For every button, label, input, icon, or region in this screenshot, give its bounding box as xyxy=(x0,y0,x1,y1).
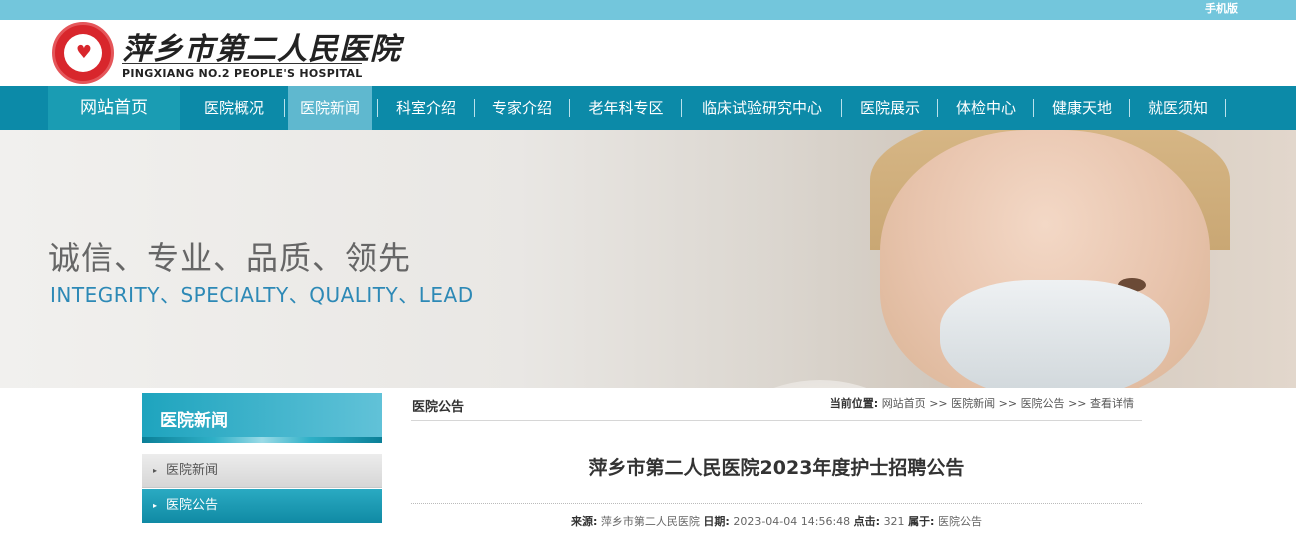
nav-item-clinical-trials[interactable]: 临床试验研究中心 xyxy=(686,86,838,130)
hospital-logo-icon[interactable]: ♥ xyxy=(52,22,114,84)
main-nav: 网站首页 医院概况 医院新闻 科室介绍 专家介绍 老年科专区 临床试验研究中心 … xyxy=(0,86,1296,130)
breadcrumb-separator: >> xyxy=(998,397,1018,410)
nav-item-departments[interactable]: 科室介绍 xyxy=(382,86,470,130)
banner-photo-mask xyxy=(940,280,1170,388)
banner-slogan-cn: 诚信、专业、品质、领先 xyxy=(48,239,412,277)
breadcrumb-prefix: 当前位置: xyxy=(829,397,879,410)
nav-separator xyxy=(474,99,475,117)
sidebar-item-announcements[interactable]: ▸ 医院公告 xyxy=(142,489,382,523)
breadcrumb-separator: >> xyxy=(929,397,948,410)
content-header: 医院公告 当前位置: 网站首页 >> 医院新闻 >> 医院公告 >> 查看详情 xyxy=(411,389,1142,421)
banner-slogan-en: INTEGRITY、SPECIALTY、QUALITY、LEAD xyxy=(50,283,474,307)
nav-item-experts[interactable]: 专家介绍 xyxy=(478,86,566,130)
breadcrumb-news[interactable]: 医院新闻 xyxy=(951,397,995,410)
hero-banner: 诚信、专业、品质、领先 INTEGRITY、SPECIALTY、QUALITY、… xyxy=(0,130,1296,388)
nav-item-news[interactable]: 医院新闻 xyxy=(288,86,372,130)
nav-item-overview[interactable]: 医院概况 xyxy=(188,86,280,130)
nav-separator xyxy=(937,99,938,117)
sidebar-item-label: 医院新闻 xyxy=(166,463,219,478)
arrow-right-icon: ▸ xyxy=(153,466,158,475)
meta-source: 萍乡市第二人民医院 xyxy=(600,515,700,528)
header: ♥ 萍乡市第二人民医院 PINGXIANG NO.2 PEOPLE'S HOSP… xyxy=(0,20,1296,86)
meta-source-label: 来源: xyxy=(571,515,598,528)
content-category: 医院公告 xyxy=(412,400,465,415)
banner-photo-glove xyxy=(720,380,920,388)
breadcrumb: 当前位置: 网站首页 >> 医院新闻 >> 医院公告 >> 查看详情 xyxy=(830,395,1134,411)
mobile-version-link[interactable]: 手机版 xyxy=(1205,1,1238,17)
nav-separator xyxy=(1033,99,1034,117)
nav-home[interactable]: 网站首页 xyxy=(48,86,180,130)
breadcrumb-separator: >> xyxy=(1068,397,1087,410)
logo-divider xyxy=(122,63,362,64)
arrow-right-icon: ▸ xyxy=(153,501,158,510)
article-divider xyxy=(411,503,1142,504)
article-title: 萍乡市第二人民医院2023年度护士招聘公告 xyxy=(588,457,965,479)
meta-clicks: 321 xyxy=(883,515,905,528)
breadcrumb-current: 查看详情 xyxy=(1090,397,1134,410)
sidebar-title-text: 医院新闻 xyxy=(160,411,228,431)
sidebar-title-strip xyxy=(142,437,382,443)
sidebar-item-hospital-news[interactable]: ▸ 医院新闻 xyxy=(142,454,382,488)
breadcrumb-announcements[interactable]: 医院公告 xyxy=(1021,397,1065,410)
breadcrumb-home[interactable]: 网站首页 xyxy=(882,397,926,410)
sidebar-title: 医院新闻 xyxy=(142,393,382,443)
nav-separator xyxy=(841,99,842,117)
meta-date-label: 日期: xyxy=(703,515,730,528)
hospital-name-cn[interactable]: 萍乡市第二人民医院 xyxy=(122,24,401,68)
meta-belongs-label: 属于: xyxy=(908,515,935,528)
nav-item-geriatrics[interactable]: 老年科专区 xyxy=(574,86,678,130)
nav-item-visit-guide[interactable]: 就医须知 xyxy=(1134,86,1222,130)
nav-item-health[interactable]: 健康天地 xyxy=(1038,86,1126,130)
article-meta: 来源: 萍乡市第二人民医院 日期: 2023-04-04 14:56:48 点击… xyxy=(411,513,1142,529)
sidebar-item-label: 医院公告 xyxy=(166,498,219,513)
meta-date: 2023-04-04 14:56:48 xyxy=(733,515,851,528)
meta-clicks-label: 点击: xyxy=(853,515,881,528)
nav-separator xyxy=(377,99,378,117)
nav-separator xyxy=(569,99,570,117)
hospital-name-en: PINGXIANG NO.2 PEOPLE'S HOSPITAL xyxy=(122,67,363,80)
nav-separator xyxy=(1129,99,1130,117)
meta-belongs[interactable]: 医院公告 xyxy=(938,515,982,528)
top-bar: 手机版 xyxy=(0,0,1296,20)
nav-item-checkup[interactable]: 体检中心 xyxy=(942,86,1030,130)
nav-item-showcase[interactable]: 医院展示 xyxy=(846,86,934,130)
nav-separator xyxy=(1225,99,1226,117)
nav-separator xyxy=(681,99,682,117)
nav-separator xyxy=(284,99,285,117)
